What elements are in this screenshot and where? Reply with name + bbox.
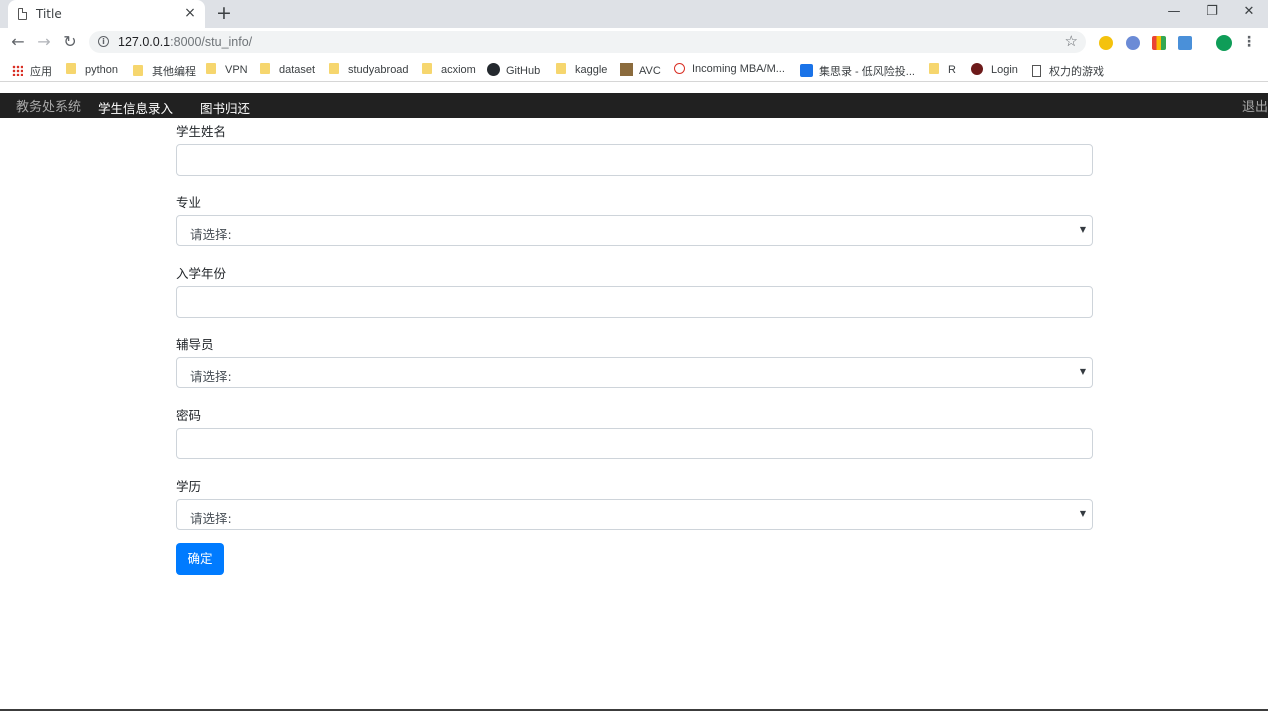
apps-icon <box>12 65 23 76</box>
bookmark-label: 集思录 - 低风险投... <box>819 66 915 78</box>
nav-link-book-return[interactable]: 图书归还 <box>200 98 250 117</box>
bookmark-dataset[interactable]: dataset <box>260 63 315 76</box>
student-name-label: 学生姓名 <box>176 124 227 139</box>
app-navbar: 教务处系统 学生信息录入 图书归还 退出 <box>0 93 1268 118</box>
jisilu-icon <box>800 64 813 77</box>
logout-link[interactable]: 退出 <box>1242 96 1268 115</box>
reload-button[interactable]: ↻ <box>60 33 80 51</box>
bookmark-python[interactable]: python <box>66 63 118 76</box>
folder-icon <box>556 63 566 74</box>
bookmark-studyabroad[interactable]: studyabroad <box>329 63 409 76</box>
major-select[interactable]: 请选择: ▼ <box>176 215 1093 246</box>
bookmark-kaggle[interactable]: kaggle <box>556 63 607 76</box>
forward-button[interactable]: → <box>34 33 54 51</box>
bookmark-label: kaggle <box>575 64 608 76</box>
education-select-value: 请选择: <box>190 511 232 526</box>
window-close-button[interactable]: ✕ <box>1234 4 1264 19</box>
mba-icon <box>674 63 685 74</box>
folder-icon <box>260 63 270 74</box>
url-host: 127.0.0.1 <box>118 35 171 49</box>
bookmark-incoming-mba[interactable]: Incoming MBA/M... <box>674 63 785 75</box>
address-bar[interactable]: i 127.0.0.1:8000/stu_info/ ☆ <box>89 31 1086 53</box>
bookmark-label: dataset <box>279 64 316 76</box>
folder-icon <box>329 63 339 74</box>
education-label: 学历 <box>176 479 202 494</box>
bookmark-r[interactable]: R <box>929 63 956 76</box>
browser-toolbar: ← → ↻ i 127.0.0.1:8000/stu_info/ ☆ ⋮ <box>0 28 1268 57</box>
app-brand[interactable]: 教务处系统 <box>16 96 81 115</box>
caret-down-icon: ▼ <box>1079 367 1086 376</box>
submit-button[interactable]: 确定 <box>176 543 224 575</box>
page-icon <box>18 8 27 20</box>
browser-menu-icon[interactable]: ⋮ <box>1242 34 1256 50</box>
major-select-value: 请选择: <box>190 227 232 242</box>
extension-yellow-icon[interactable] <box>1099 36 1113 50</box>
bookmarks-bar: 应用 python 其他编程 VPN dataset studyabroad a… <box>0 57 1268 82</box>
document-icon <box>1032 65 1041 77</box>
bookmark-label: python <box>85 64 119 76</box>
enrollment-year-input[interactable] <box>176 286 1093 318</box>
counselor-select[interactable]: 请选择: ▼ <box>176 357 1093 388</box>
bookmark-login[interactable]: Login <box>971 63 1018 76</box>
major-label: 专业 <box>176 195 202 210</box>
profile-avatar[interactable] <box>1216 35 1232 51</box>
extension-translate-icon[interactable] <box>1178 36 1192 50</box>
counselor-select-value: 请选择: <box>190 369 232 384</box>
password-input[interactable] <box>176 428 1093 459</box>
new-tab-button[interactable]: + <box>214 3 234 23</box>
student-name-input[interactable] <box>176 144 1093 176</box>
url-text: 127.0.0.1:8000/stu_info/ <box>118 35 252 49</box>
bookmark-other-programming[interactable]: 其他编程 <box>133 63 196 79</box>
folder-icon <box>66 63 76 74</box>
bookmark-apps[interactable]: 应用 <box>12 63 52 79</box>
bookmark-avc[interactable]: AVC <box>620 63 661 77</box>
bookmark-vpn[interactable]: VPN <box>206 63 248 76</box>
bookmark-star-icon[interactable]: ☆ <box>1065 32 1078 50</box>
bookmark-label: 其他编程 <box>152 66 196 78</box>
bookmark-label: GitHub <box>506 65 541 77</box>
extension-color-icon[interactable] <box>1152 36 1166 50</box>
github-icon <box>487 63 500 76</box>
bookmark-label: acxiom <box>441 64 476 76</box>
bookmark-label: Login <box>991 64 1018 76</box>
folder-icon <box>133 65 143 76</box>
site-info-icon[interactable]: i <box>98 36 109 47</box>
tab-title: Title <box>36 7 62 21</box>
browser-tab-strip: Title × + — ❐ ✕ <box>0 0 1268 28</box>
avc-icon <box>620 63 633 76</box>
caret-down-icon: ▼ <box>1079 225 1086 234</box>
bookmark-label: 应用 <box>30 66 52 78</box>
counselor-label: 辅导员 <box>176 337 214 352</box>
bookmark-acxiom[interactable]: acxiom <box>422 63 476 76</box>
back-button[interactable]: ← <box>8 33 28 51</box>
browser-tab[interactable]: Title × <box>8 0 205 28</box>
bookmark-game-of-thrones[interactable]: 权力的游戏 <box>1032 63 1104 79</box>
bookmark-label: VPN <box>225 64 248 76</box>
folder-icon <box>929 63 939 74</box>
url-path: :8000/stu_info/ <box>170 35 253 49</box>
login-icon <box>971 63 983 75</box>
nav-link-student-info[interactable]: 学生信息录入 <box>98 98 173 117</box>
bookmark-label: studyabroad <box>348 64 409 76</box>
bookmark-label: Incoming MBA/M... <box>692 63 785 75</box>
bookmark-label: 权力的游戏 <box>1049 66 1104 78</box>
bookmark-jisilu[interactable]: 集思录 - 低风险投... <box>800 63 915 79</box>
education-select[interactable]: 请选择: ▼ <box>176 499 1093 530</box>
bookmark-label: R <box>948 64 956 76</box>
bookmark-label: AVC <box>639 65 661 77</box>
password-label: 密码 <box>176 408 202 423</box>
window-restore-button[interactable]: ❐ <box>1197 4 1227 19</box>
folder-icon <box>422 63 432 74</box>
bookmark-github[interactable]: GitHub <box>487 63 540 77</box>
caret-down-icon: ▼ <box>1079 509 1086 518</box>
folder-icon <box>206 63 216 74</box>
tab-close-icon[interactable]: × <box>181 4 199 22</box>
extension-globe-icon[interactable] <box>1126 36 1140 50</box>
window-minimize-button[interactable]: — <box>1159 4 1189 19</box>
enrollment-year-label: 入学年份 <box>176 266 227 281</box>
